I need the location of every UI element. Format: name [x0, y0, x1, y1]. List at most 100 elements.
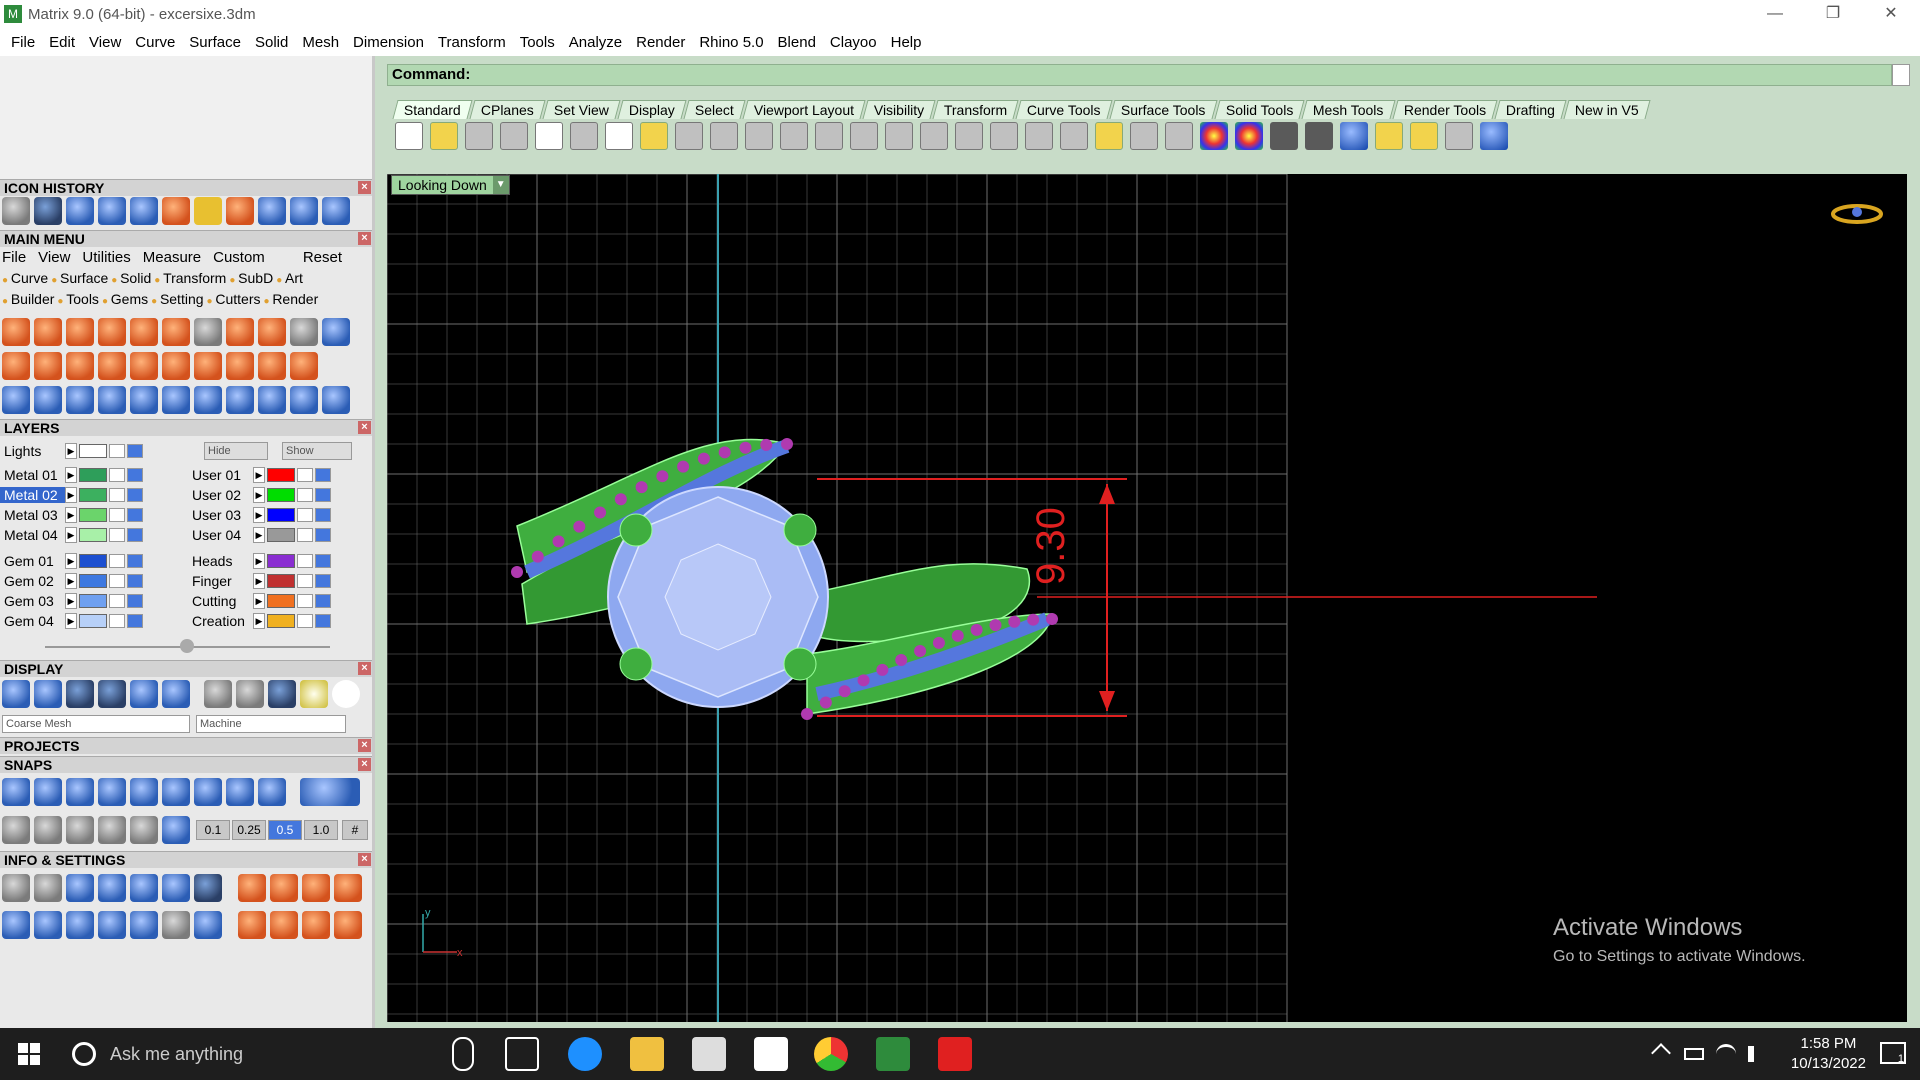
layer-row[interactable]: User 04 ▶ [188, 526, 331, 544]
chrome-icon[interactable] [814, 1037, 848, 1071]
snap-value-0-25[interactable]: 0.25 [232, 820, 266, 840]
close-icon[interactable]: × [358, 421, 371, 434]
visible-icon[interactable] [127, 614, 143, 628]
layer-color-swatch[interactable] [79, 528, 107, 542]
snap-near-icon[interactable] [34, 778, 62, 806]
snap-value-0-1[interactable]: 0.1 [196, 820, 230, 840]
menu-mesh[interactable]: Mesh [295, 34, 346, 51]
display-header[interactable]: DISPLAY × [0, 660, 372, 677]
layer-name[interactable]: Finger [188, 573, 253, 589]
expand-arrow-icon[interactable]: ▶ [253, 573, 265, 589]
category-setting[interactable]: Setting [151, 291, 204, 307]
layer-color-swatch[interactable] [267, 528, 295, 542]
minimize-button[interactable]: — [1746, 0, 1804, 28]
microphone-icon[interactable] [452, 1037, 474, 1071]
zoom-extents-icon[interactable] [850, 122, 878, 150]
expand-arrow-icon[interactable]: ▶ [65, 467, 77, 483]
visible-icon[interactable] [127, 574, 143, 588]
info-icon[interactable] [238, 874, 266, 902]
snap-tan-icon[interactable] [162, 778, 190, 806]
icon-history-header[interactable]: ICON HISTORY × [0, 179, 372, 196]
category-curve[interactable]: Curve [2, 270, 48, 286]
grid-snap-icon[interactable] [2, 816, 30, 844]
volume-icon[interactable] [1748, 1046, 1764, 1062]
info-icon[interactable] [302, 911, 330, 939]
display-icon[interactable] [34, 680, 62, 708]
tab-render-tools[interactable]: Render Tools [1392, 100, 1498, 119]
snap-value-0-5[interactable]: 0.5 [268, 820, 302, 840]
builder-icon[interactable] [2, 386, 30, 414]
visible-icon[interactable] [315, 614, 331, 628]
paste-icon[interactable] [605, 122, 633, 150]
main-menu-custom[interactable]: Custom [213, 249, 265, 266]
tab-curve-tools[interactable]: Curve Tools [1015, 100, 1113, 119]
builder-icon[interactable] [34, 352, 62, 380]
visible-icon[interactable] [127, 444, 143, 458]
lock-icon[interactable] [297, 528, 313, 542]
zoom-icon[interactable] [780, 122, 808, 150]
menu-file[interactable]: File [4, 34, 42, 51]
builder-icon[interactable] [98, 352, 126, 380]
layer-row[interactable]: Gem 03 ▶ [0, 592, 143, 610]
layer-name[interactable]: Gem 03 [0, 593, 65, 609]
builder-icon[interactable] [34, 386, 62, 414]
tab-transform[interactable]: Transform [932, 100, 1019, 119]
tab-set-view[interactable]: Set View [542, 100, 621, 119]
info-icon[interactable] [98, 874, 126, 902]
lock-icon[interactable] [109, 554, 125, 568]
resize-handle[interactable] [180, 639, 194, 653]
lock-icon[interactable] [297, 508, 313, 522]
layer-row[interactable]: Heads ▶ [188, 552, 331, 570]
category-transform[interactable]: Transform [154, 270, 226, 286]
info-settings-header[interactable]: INFO & SETTINGS × [0, 851, 372, 868]
expand-arrow-icon[interactable]: ▶ [253, 553, 265, 569]
copy-icon[interactable] [535, 122, 563, 150]
color-wheel-icon[interactable] [1235, 122, 1263, 150]
file-explorer-icon[interactable] [630, 1037, 664, 1071]
lock-icon[interactable] [109, 508, 125, 522]
layer-name[interactable]: Gem 01 [0, 553, 65, 569]
layer-color-swatch[interactable] [267, 554, 295, 568]
builder-icon[interactable] [194, 352, 222, 380]
builder-icon[interactable] [290, 318, 318, 346]
info-icon[interactable] [162, 911, 190, 939]
builder-icon[interactable] [162, 386, 190, 414]
pdf-reader-icon[interactable] [938, 1037, 972, 1071]
render-icon[interactable] [1200, 122, 1228, 150]
visible-icon[interactable] [127, 528, 143, 542]
main-menu-view[interactable]: View [38, 249, 70, 266]
builder-icon[interactable] [226, 386, 254, 414]
snap-end-icon[interactable] [2, 778, 30, 806]
builder-icon[interactable] [226, 318, 254, 346]
visible-icon[interactable] [315, 488, 331, 502]
builder-icon[interactable] [130, 318, 158, 346]
info-icon[interactable] [162, 874, 190, 902]
layer-name[interactable]: Metal 04 [0, 527, 65, 543]
display-icon[interactable] [130, 680, 158, 708]
builder-icon[interactable] [226, 352, 254, 380]
shaded-icon[interactable] [66, 680, 94, 708]
settings-icon[interactable] [2, 874, 30, 902]
arrow-left-icon[interactable] [290, 197, 318, 225]
category-gems[interactable]: Gems [102, 291, 148, 307]
battery-icon[interactable] [1684, 1048, 1704, 1060]
lock-icon[interactable] [109, 488, 125, 502]
main-menu-file[interactable]: File [2, 249, 26, 266]
builder-icon[interactable] [290, 386, 318, 414]
lock-icon[interactable] [297, 594, 313, 608]
menu-render[interactable]: Render [629, 34, 692, 51]
shade-icon[interactable] [1270, 122, 1298, 150]
layer-row[interactable]: Finger ▶ [188, 572, 331, 590]
osnap-icon[interactable] [98, 816, 126, 844]
tab-drafting[interactable]: Drafting [1494, 100, 1567, 119]
layer-color-swatch[interactable] [79, 444, 107, 458]
layer-name[interactable]: Heads [188, 553, 253, 569]
filter-icon[interactable] [130, 911, 158, 939]
builder-icon[interactable] [162, 352, 190, 380]
windows-start-icon[interactable] [18, 1043, 40, 1065]
zoom-selected-icon[interactable] [885, 122, 913, 150]
material-icon[interactable] [236, 680, 264, 708]
white-material-icon[interactable] [332, 680, 360, 708]
builder-icon[interactable] [66, 318, 94, 346]
save-icon[interactable] [465, 122, 493, 150]
